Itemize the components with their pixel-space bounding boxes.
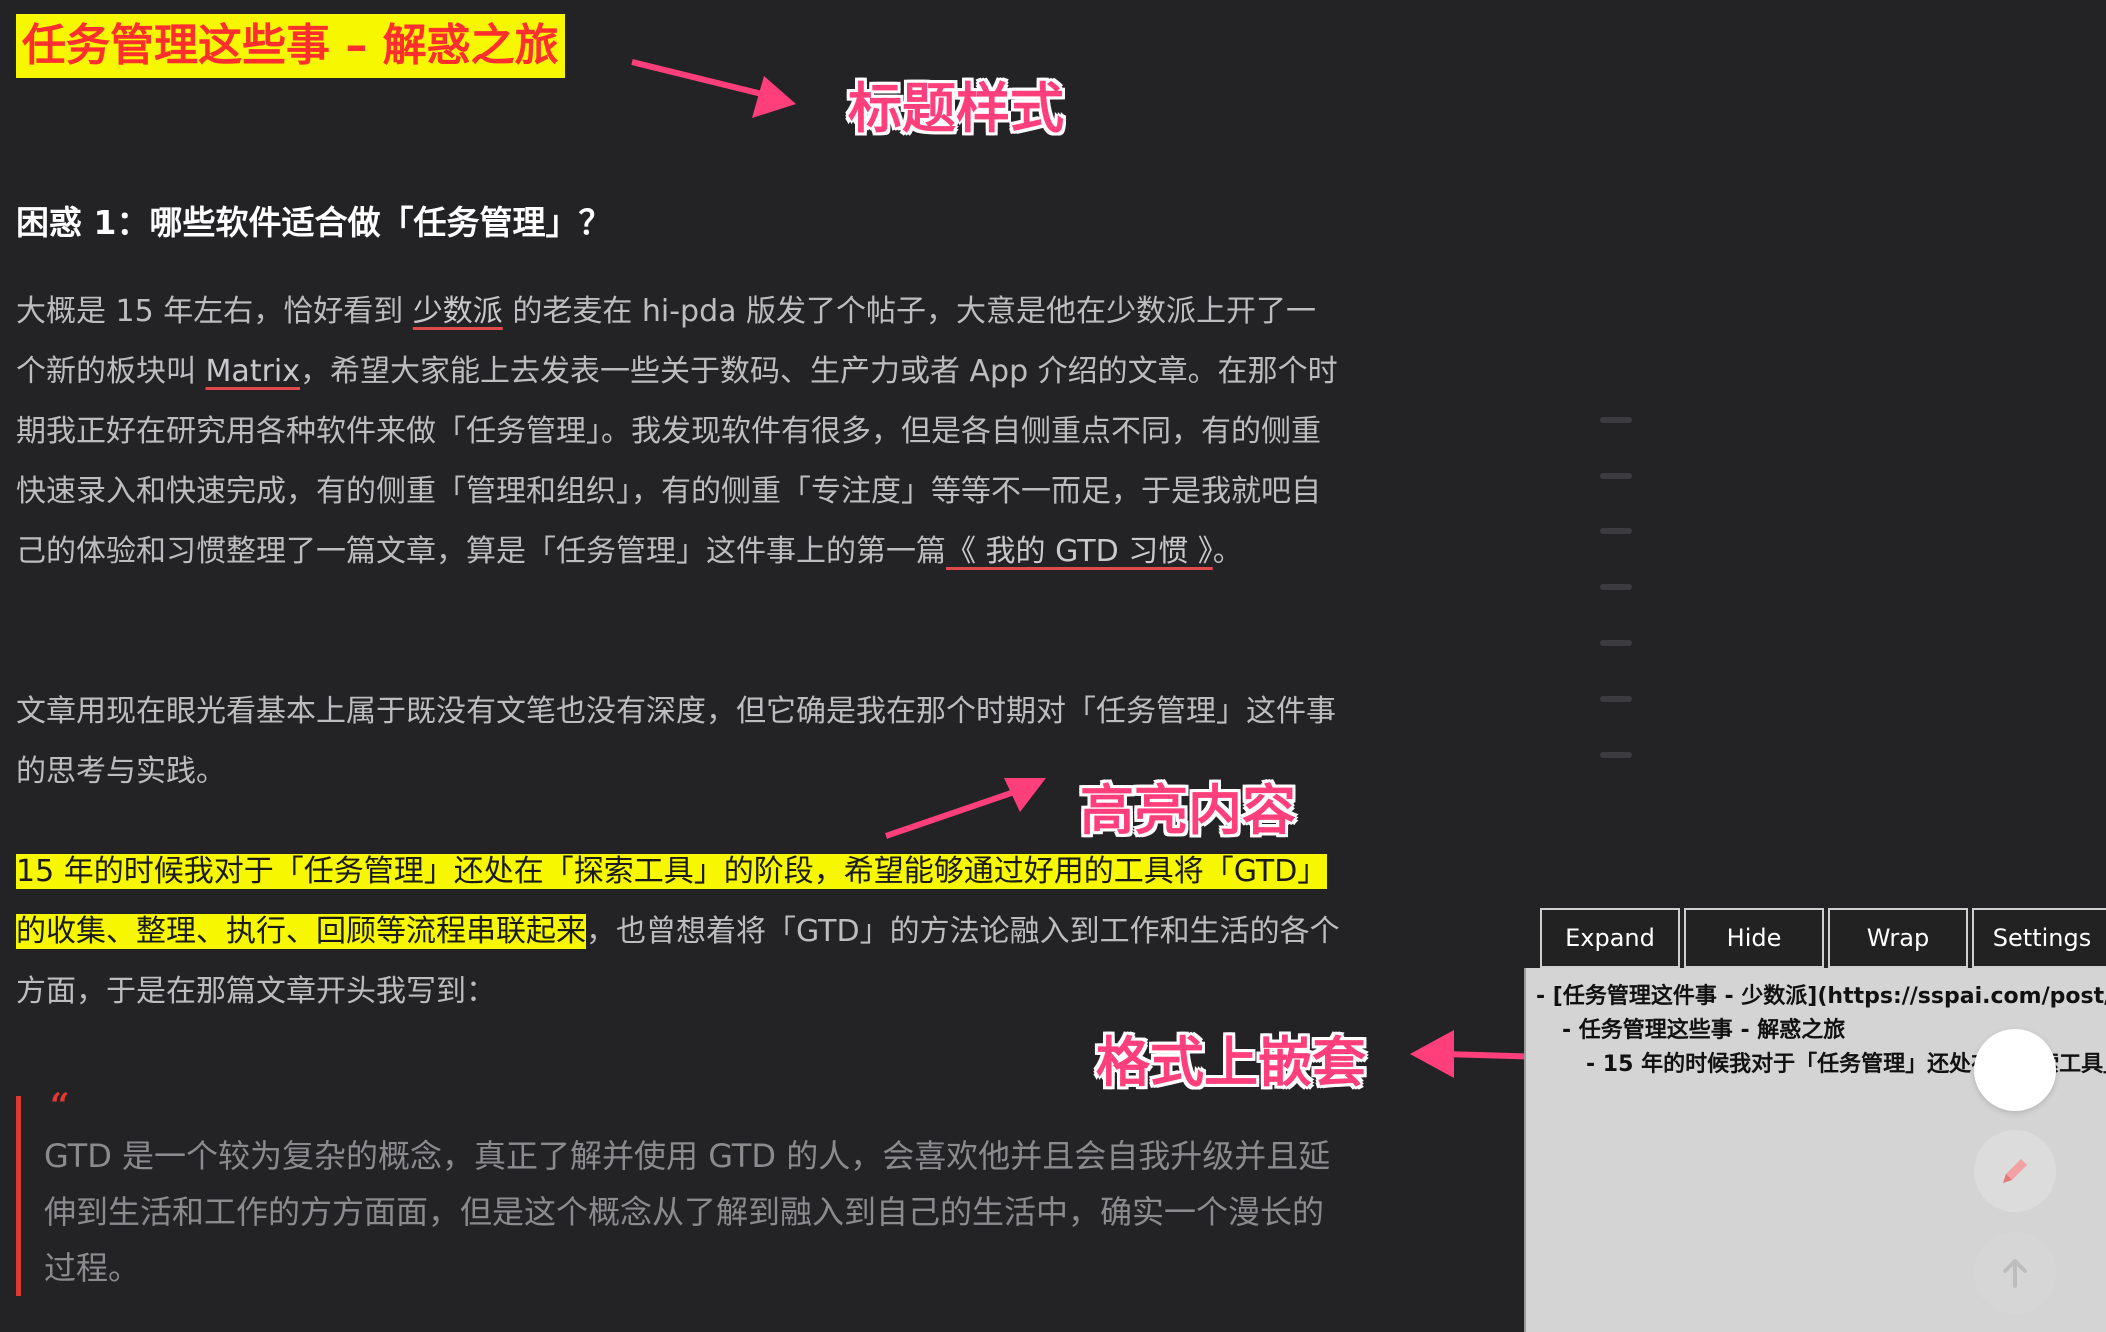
annotation-title-style: 标题样式	[848, 77, 1064, 140]
scroll-top-button[interactable]	[1974, 1232, 2056, 1314]
arrow-up-icon	[2003, 1259, 2027, 1288]
link-my-gtd-habits[interactable]: 《 我的 GTD 习惯 》	[946, 534, 1213, 569]
hide-button[interactable]: Hide	[1684, 908, 1824, 968]
link-matrix[interactable]: Matrix	[206, 354, 300, 389]
scroll-tick	[1600, 473, 1632, 479]
paragraph-intro: 大概是 15 年左右，恰好看到 少数派 的老麦在 hi-pda 版发了个帖子，大…	[16, 294, 1338, 569]
outline-item-level2[interactable]: - 任务管理这些事 - 解惑之旅	[1562, 1012, 1845, 1044]
link-sspai[interactable]: 少数派	[413, 294, 503, 329]
outline-item-level1[interactable]: - [任务管理这件事 - 少数派](https://sspai.com/post…	[1536, 978, 2106, 1010]
section-heading: 困惑 1：哪些软件适合做「任务管理」？	[16, 203, 612, 242]
arrow-highlight-annotation	[885, 778, 1046, 839]
annotation-highlight-content: 高亮内容	[1080, 779, 1296, 842]
pencil-icon	[2003, 1159, 2027, 1183]
paragraph-highlighted: 15 年的时候我对于「任务管理」还处在「探索工具」的阶段，希望能够通过好用的工具…	[16, 854, 1340, 1009]
scroll-tick	[1600, 528, 1632, 534]
settings-button[interactable]: Settings	[1972, 908, 2106, 968]
scroll-tick	[1600, 417, 1632, 423]
quote-mark-icon: “	[50, 1086, 70, 1126]
scroll-tick	[1600, 640, 1632, 646]
wrap-button[interactable]: Wrap	[1828, 908, 1968, 968]
arrow-title-annotation	[631, 59, 796, 118]
scroll-tick	[1600, 696, 1632, 702]
blockquote-text: GTD 是一个较为复杂的概念，真正了解并使用 GTD 的人，会喜欢他并且会自我升…	[44, 1137, 1331, 1287]
expand-button[interactable]: Expand	[1540, 908, 1680, 968]
document-title: 任务管理这些事 – 解惑之旅	[16, 14, 565, 78]
scroll-tick	[1600, 752, 1632, 758]
annotation-nested-format: 格式上嵌套	[1096, 1031, 1366, 1094]
floating-action-button[interactable]	[1974, 1029, 2056, 1111]
scroll-tick	[1600, 584, 1632, 590]
blockquote-bar	[16, 1096, 21, 1296]
edit-button[interactable]	[1974, 1130, 2056, 1212]
outline-toolbar: Expand Hide Wrap Settings	[1540, 908, 2106, 968]
